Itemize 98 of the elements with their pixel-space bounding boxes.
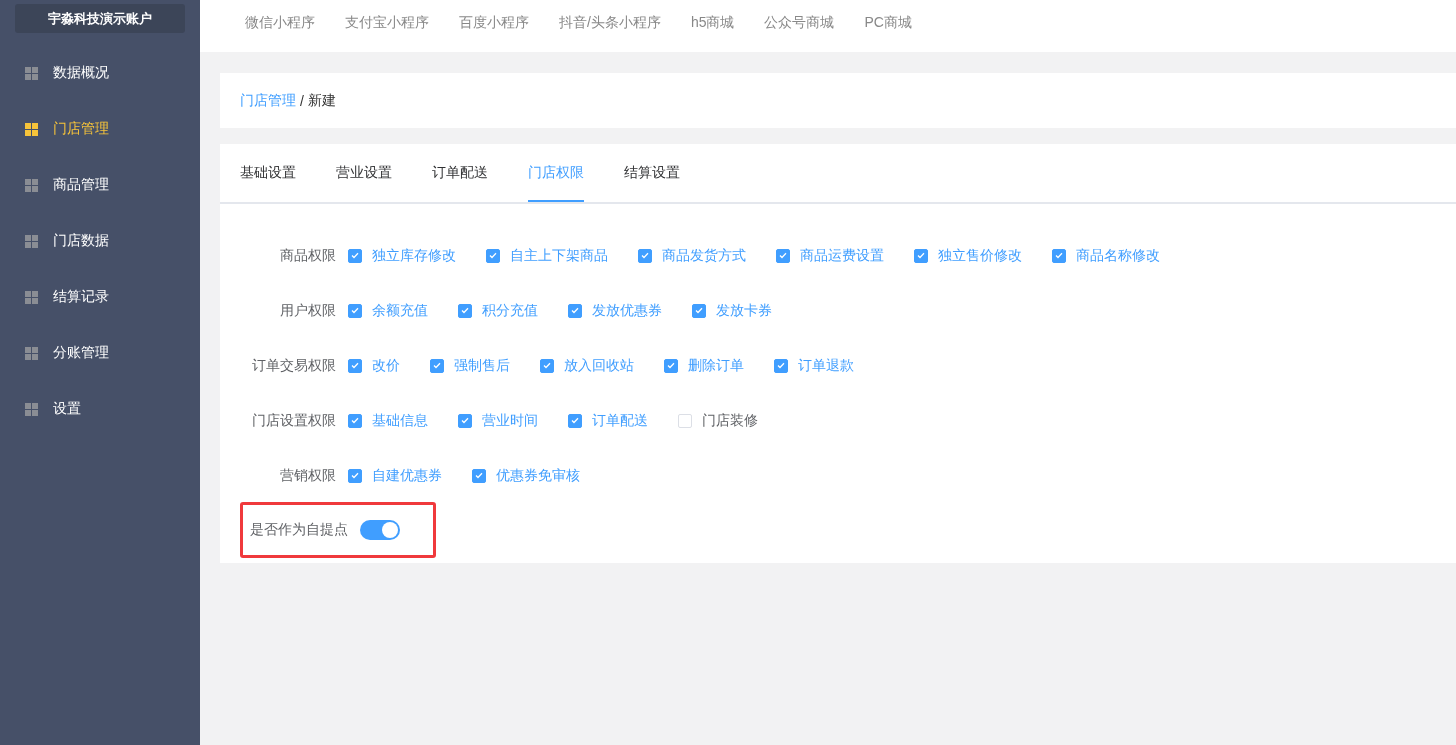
grid-icon [25,122,38,136]
checkbox[interactable] [348,358,362,373]
checkbox-label[interactable]: 优惠券免审核 [496,466,580,485]
breadcrumb-link[interactable]: 门店管理 [240,91,296,110]
checkbox-label[interactable]: 自主上下架商品 [510,246,608,265]
checkbox-label[interactable]: 独立库存修改 [372,246,456,265]
checkbox-label[interactable]: 商品发货方式 [662,246,746,265]
checkbox-label[interactable]: 强制售后 [454,356,510,375]
platform-link[interactable]: 支付宝小程序 [345,14,429,38]
platform-link[interactable]: 公众号商城 [764,14,835,38]
checkbox-label[interactable]: 删除订单 [688,356,744,375]
check-icon [433,362,441,369]
check-icon [917,252,925,259]
checkbox[interactable] [638,248,652,263]
checkbox-label[interactable]: 基础信息 [372,411,428,430]
grid-icon [25,66,38,80]
tab[interactable]: 基础设置 [240,144,296,202]
check-icon [489,252,497,259]
checkbox-label[interactable]: 发放优惠券 [592,301,662,320]
sidebar-item[interactable]: 设置 [0,381,200,437]
check-icon [475,472,483,479]
checkbox-label[interactable]: 营业时间 [482,411,538,430]
checkbox[interactable] [568,303,582,318]
check-icon [351,417,359,424]
check-icon [351,472,359,479]
checkbox[interactable] [458,413,472,428]
checkbox[interactable] [348,248,362,263]
check-icon [667,362,675,369]
sidebar-item[interactable]: 数据概况 [0,45,200,101]
platform-link[interactable]: 微信小程序 [245,14,315,38]
checkbox[interactable] [568,413,582,428]
checkbox[interactable] [458,303,472,318]
checkbox[interactable] [348,413,362,428]
sidebar-item[interactable]: 门店管理 [0,101,200,157]
check-icon [571,307,579,314]
checkbox[interactable] [540,358,554,373]
check-icon [571,417,579,424]
platform-link[interactable]: 百度小程序 [459,14,529,38]
sidebar-item[interactable]: 结算记录 [0,269,200,325]
breadcrumb-current: 新建 [307,91,336,110]
toggle-label: 是否作为自提点 [249,521,349,539]
breadcrumb-separator: / [300,92,304,109]
check-icon [543,362,551,369]
grid-icon [25,346,38,360]
checkbox[interactable] [774,358,788,373]
checkbox-label[interactable]: 订单配送 [592,411,648,430]
sidebar-item[interactable]: 门店数据 [0,213,200,269]
check-icon [351,252,359,259]
permission-label: 订单交易权限 [251,356,337,375]
checkbox[interactable] [1052,248,1066,263]
checkbox-label[interactable]: 独立售价修改 [938,246,1022,265]
check-icon [351,307,359,314]
permission-label: 营销权限 [279,466,337,485]
checkbox[interactable] [348,468,362,483]
checkbox[interactable] [776,248,790,263]
sidebar-item[interactable]: 分账管理 [0,325,200,381]
checkbox-label[interactable]: 自建优惠券 [372,466,442,485]
checkbox-label[interactable]: 改价 [372,356,400,375]
sidebar-item[interactable]: 商品管理 [0,157,200,213]
checkbox[interactable] [348,303,362,318]
checkbox-label[interactable]: 余额充值 [372,301,428,320]
grid-icon [25,402,38,416]
check-icon [1055,252,1063,259]
grid-icon [25,178,38,192]
tab[interactable]: 门店权限 [528,144,584,202]
checkbox-label[interactable]: 放入回收站 [564,356,634,375]
tab[interactable]: 营业设置 [336,144,392,202]
platform-link[interactable]: PC商城 [864,14,912,38]
check-icon [461,417,469,424]
toggle-switch[interactable] [360,520,400,540]
checkbox[interactable] [914,248,928,263]
checkbox[interactable] [472,468,486,483]
check-icon [641,252,649,259]
checkbox-label[interactable]: 商品名称修改 [1076,246,1160,265]
check-icon [695,307,703,314]
checkbox-label[interactable]: 门店装修 [702,411,758,430]
checkbox[interactable] [430,358,444,373]
permission-label: 用户权限 [279,301,337,320]
check-icon [461,307,469,314]
check-icon [351,362,359,369]
checkbox-label[interactable]: 积分充值 [482,301,538,320]
check-icon [779,252,787,259]
permission-label: 门店设置权限 [251,411,337,430]
checkbox-label[interactable]: 订单退款 [798,356,854,375]
tab[interactable]: 订单配送 [432,144,488,202]
checkbox-label[interactable]: 发放卡券 [716,301,772,320]
grid-icon [25,290,38,304]
tab[interactable]: 结算设置 [624,144,680,202]
account-button[interactable]: 宇淼科技演示账户 [15,4,185,33]
grid-icon [25,234,38,248]
checkbox[interactable] [692,303,706,318]
platform-link[interactable]: 抖音/头条小程序 [559,14,661,38]
check-icon [777,362,785,369]
checkbox-label[interactable]: 商品运费设置 [800,246,884,265]
permission-label: 商品权限 [279,246,337,265]
checkbox[interactable] [664,358,678,373]
checkbox[interactable] [486,248,500,263]
platform-link[interactable]: h5商城 [690,14,735,38]
